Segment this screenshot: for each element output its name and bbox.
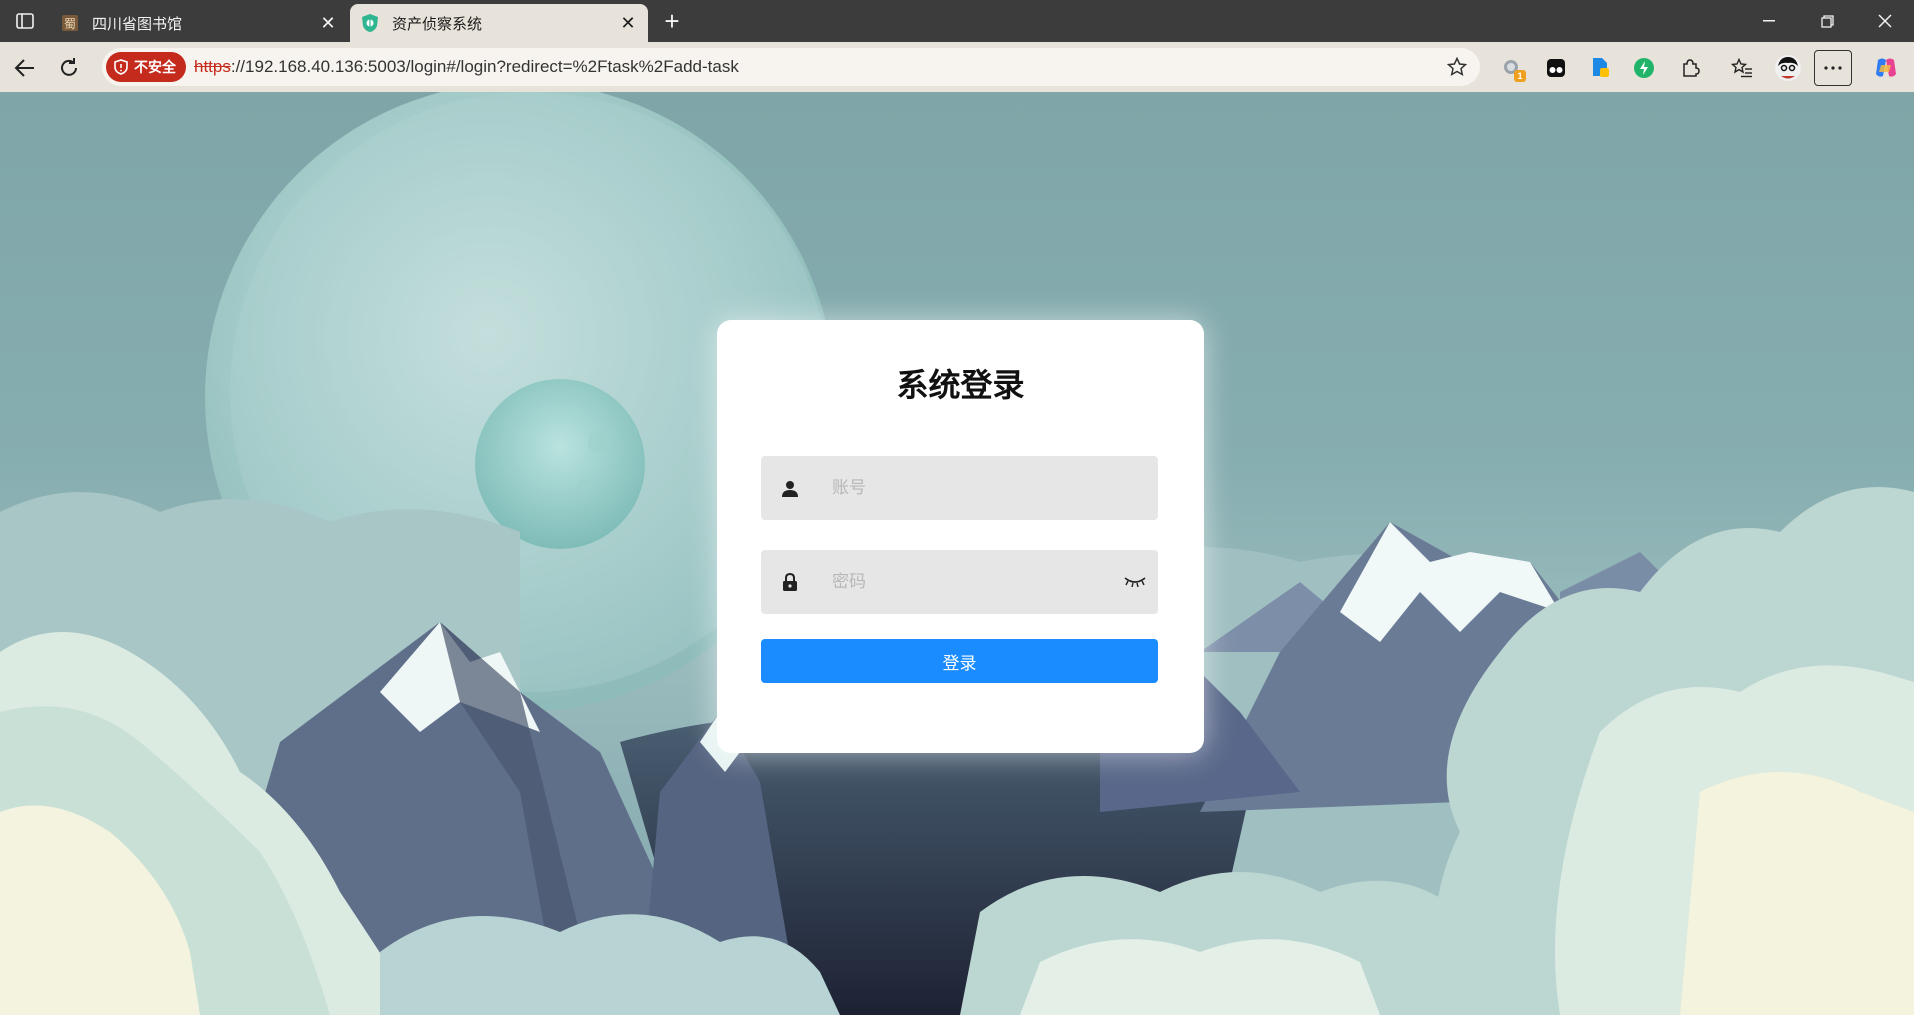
user-icon — [780, 478, 800, 498]
login-card: 系统登录 账号 登录 — [717, 320, 1204, 753]
copilot-button[interactable] — [1870, 52, 1902, 84]
extensions-menu-button[interactable] — [1674, 52, 1706, 84]
avatar — [1775, 55, 1801, 81]
extension-tampermonkey-button[interactable] — [1540, 52, 1572, 84]
favorites-list-icon — [1731, 58, 1752, 78]
address-bar[interactable]: 不安全 https://192.168.40.136:5003/login#/l… — [102, 48, 1480, 86]
url-text[interactable]: https://192.168.40.136:5003/login#/login… — [194, 57, 739, 77]
reload-button[interactable] — [52, 51, 86, 85]
copilot-icon — [1876, 58, 1896, 77]
document-extension-icon — [1593, 58, 1609, 77]
url-path: ://192.168.40.136:5003/login#/login?redi… — [230, 57, 739, 76]
lightning-extension-icon — [1634, 58, 1654, 78]
close-tab-icon[interactable]: ✕ — [614, 9, 642, 37]
extension-count-badge: 1 — [1514, 70, 1526, 82]
close-tab-icon[interactable]: ✕ — [314, 9, 342, 37]
close-window-icon[interactable] — [1856, 0, 1914, 42]
browser-tab-bar: 蜀 四川省图书馆 ✕ 资产侦察系统 ✕ + — [0, 0, 1914, 42]
login-submit-button[interactable]: 登录 — [761, 639, 1158, 683]
svg-text:蜀: 蜀 — [64, 17, 76, 31]
password-field[interactable] — [761, 550, 1158, 614]
minimize-icon[interactable] — [1740, 0, 1798, 42]
eye-closed-icon[interactable] — [1122, 572, 1148, 592]
tab-title: 四川省图书馆 — [92, 15, 183, 33]
profile-avatar-button[interactable] — [1772, 52, 1804, 84]
security-warning-badge[interactable]: 不安全 — [106, 52, 186, 82]
more-dots-icon — [1824, 66, 1842, 70]
username-input[interactable] — [830, 477, 1158, 499]
tab-asset-recon[interactable]: 资产侦察系统 ✕ — [350, 4, 648, 42]
username-field[interactable] — [761, 456, 1158, 520]
settings-more-button[interactable] — [1814, 50, 1852, 86]
restore-icon[interactable] — [1798, 0, 1856, 42]
library-seal-icon: 蜀 — [60, 13, 80, 33]
browser-toolbar: 不安全 https://192.168.40.136:5003/login#/l… — [0, 42, 1914, 92]
lock-icon — [780, 572, 800, 592]
page-viewport: 系统登录 账号 登录 — [0, 92, 1914, 1015]
tab-library[interactable]: 蜀 四川省图书馆 ✕ — [50, 4, 348, 42]
window-controls — [1740, 0, 1914, 42]
favorite-star-button[interactable] — [1442, 52, 1472, 82]
extension-document-button[interactable] — [1584, 52, 1616, 84]
back-arrow-icon — [14, 59, 34, 77]
reload-icon — [61, 58, 77, 76]
tab-actions-button[interactable] — [10, 8, 40, 34]
puzzle-piece-icon — [1683, 59, 1700, 77]
back-button[interactable] — [8, 51, 42, 85]
extension-search-button[interactable]: 1 — [1496, 52, 1528, 84]
password-input[interactable] — [830, 571, 1122, 593]
star-icon — [1447, 57, 1467, 76]
tab-title: 资产侦察系统 — [392, 15, 483, 33]
bug-shield-icon — [360, 13, 380, 33]
shield-warning-icon — [114, 59, 128, 75]
favorites-button[interactable] — [1726, 52, 1758, 84]
security-warning-label: 不安全 — [134, 59, 176, 75]
extension-bolt-button[interactable] — [1628, 52, 1660, 84]
new-tab-button[interactable]: + — [656, 6, 688, 36]
url-scheme: https — [194, 57, 231, 76]
page-title: 系统登录 — [896, 366, 1025, 404]
sidebar-toggle-icon — [16, 13, 34, 29]
tampermonkey-icon — [1547, 59, 1565, 77]
